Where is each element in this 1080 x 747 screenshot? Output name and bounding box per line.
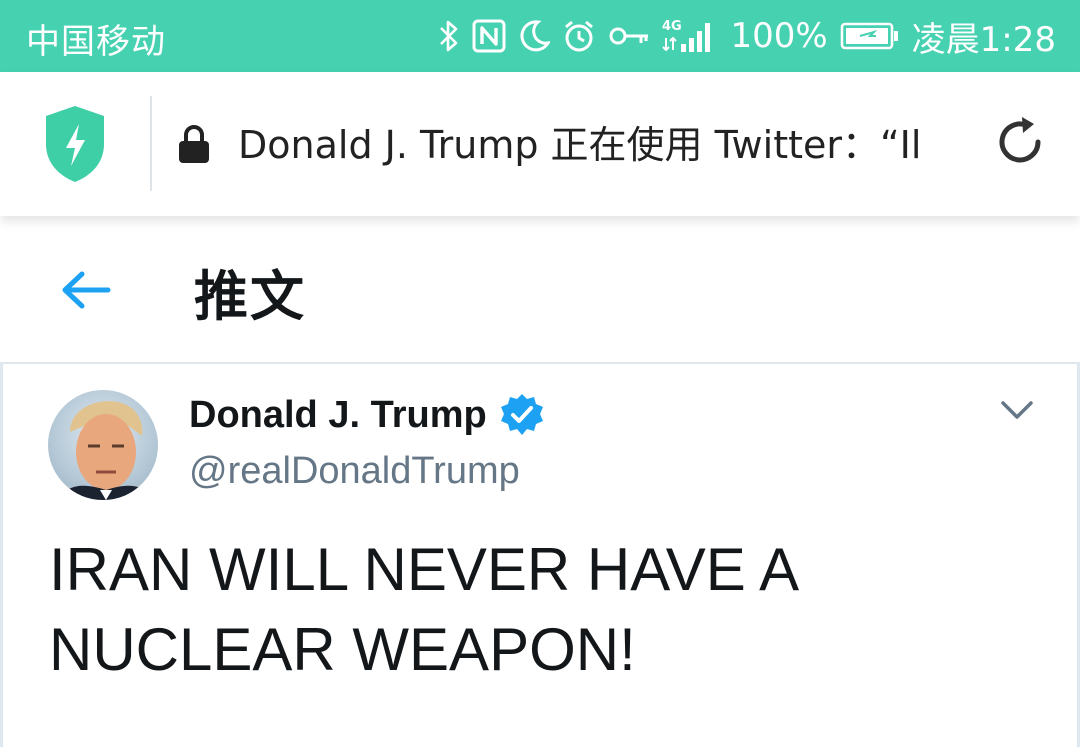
chevron-down-icon[interactable] [999,398,1035,422]
lock-icon [177,124,211,164]
author-handle[interactable]: @realDonaldTrump [189,450,520,493]
address-divider [150,96,152,191]
bluetooth-icon [438,19,460,53]
key-icon [608,19,650,53]
avatar[interactable] [48,390,158,500]
battery-charging-icon [840,21,900,51]
clock: 凌晨1:28 [911,19,1056,60]
status-icons: 4G 100% 凌晨1:28 [438,10,1056,62]
nfc-icon [472,19,506,53]
carrier-label: 中国移动 [26,22,166,62]
author-row: Donald J. Trump [189,392,545,438]
battery-percent: 100% [730,16,828,56]
alarm-icon [562,19,596,53]
browser-address-bar: Donald J. Trump 正在使用 Twitter：“Il [0,72,1080,216]
twitter-header: 推文 [0,216,1080,364]
author-name[interactable]: Donald J. Trump [189,394,487,437]
svg-text:4G: 4G [662,19,682,34]
moon-icon [518,19,551,53]
4g-signal-icon: 4G [662,16,718,56]
tweet-text: IRAN WILL NEVER HAVE A NUCLEAR WEAPON! [49,536,796,683]
reload-icon[interactable] [992,114,1048,170]
url-text[interactable]: Donald J. Trump 正在使用 Twitter：“Il [238,120,938,170]
verified-badge-icon [499,392,545,438]
status-bar: 中国移动 4G 100% 凌晨1:28 [0,0,1080,72]
shield-bolt-icon[interactable] [44,104,106,184]
tweet-card[interactable]: Donald J. Trump @realDonaldTrump IRAN WI… [0,364,1080,747]
back-arrow-icon[interactable] [58,268,114,312]
page-title: 推文 [194,265,306,328]
